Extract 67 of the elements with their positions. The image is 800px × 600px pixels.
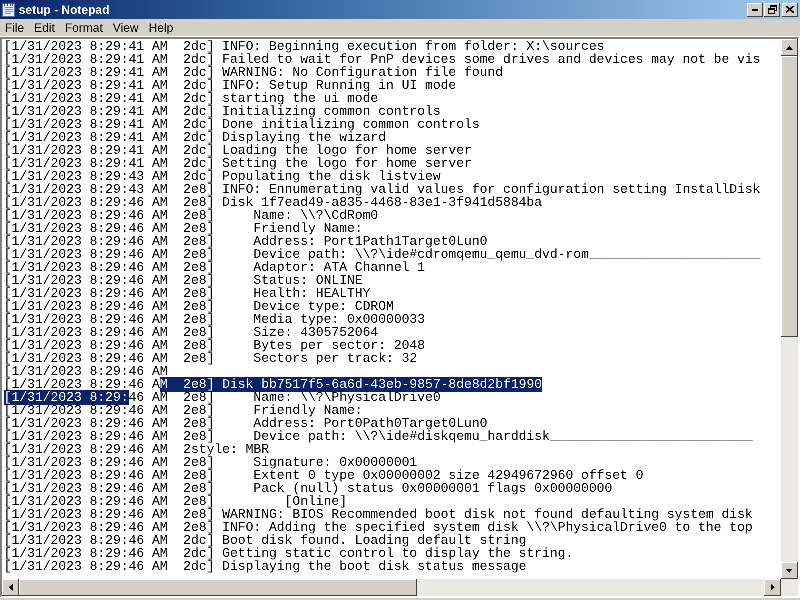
log-line: [1/31/2023 8:29:46 AM 2e8] Media type: 0x00000033 xyxy=(4,313,426,326)
vertical-scrollbar-thumb[interactable] xyxy=(781,56,798,337)
menu-item[interactable]: Help xyxy=(144,20,179,34)
log-line: [1/31/2023 8:29:41 AM 2dc] starting the ui mode xyxy=(4,92,379,105)
log-line: [1/31/2023 8:29:46 AM 2e8] Sectors per track: 32 xyxy=(4,352,418,365)
restore-button[interactable] xyxy=(764,2,780,16)
log-line: [1/31/2023 8:29:46 AM 2dc] Displaying the boot disk status message xyxy=(4,560,527,573)
notepad-icon xyxy=(2,2,16,18)
left-triangle-icon xyxy=(8,584,12,591)
menu-item[interactable]: Edit xyxy=(29,20,60,34)
log-line: [1/31/2023 8:29:46 AM 2e8] Name: \\?\CdRom0 xyxy=(4,209,380,222)
log-line: [1/31/2023 8:29:43 AM 2e8] INFO: Ennumerating valid values for configuration setting InstallDisk xyxy=(4,183,762,196)
log-line: [1/31/2023 8:29:41 AM 2dc] Loading the logo for home server xyxy=(4,144,474,157)
log-line: [1/31/2023 8:29:41 AM 2dc] Failed to wait for PnP devices some drives and devices may not be vis xyxy=(4,53,762,66)
log-line: [1/31/2023 8:29:46 AM 2e8] Status: ONLINE xyxy=(4,274,364,287)
selected-text: [1/31/2023 8:29: xyxy=(4,390,129,405)
restore-icon xyxy=(768,5,776,14)
log-line: [1/31/2023 8:29:46 AM 2e8] Friendly Name: xyxy=(4,404,363,417)
log-line: [1/31/2023 8:29:46 AM 2e8] Address: Port0Path0Target0Lun0 xyxy=(4,417,488,430)
menu-item[interactable]: File xyxy=(0,20,30,34)
log-line: [1/31/2023 8:29:46 AM xyxy=(4,365,169,378)
menu-item[interactable]: Format xyxy=(60,20,108,34)
log-line: [1/31/2023 8:29:41 AM 2dc] Initializing common controls xyxy=(4,105,441,118)
log-line: [1/31/2023 8:29:41 AM 2dc] Setting the logo for home server xyxy=(4,157,474,170)
log-text: 46 AM 2e8] Name: \\?\PhysicalDrive0 xyxy=(128,390,441,405)
log-line: [1/31/2023 8:29:46 AM 2e8] Disk 1f7ead49-a835-4468-83e1-3f941d5884ba xyxy=(4,196,542,209)
scroll-down-button[interactable] xyxy=(781,562,798,579)
scrollbar-corner xyxy=(781,579,798,596)
log-line: [1/31/2023 8:29:41 AM 2dc] WARNING: No Configuration file found xyxy=(4,66,504,79)
horizontal-scrollbar-thumb[interactable] xyxy=(19,579,417,596)
log-line: [1/31/2023 8:29:46 AM 2e8] Bytes per sector: 2048 xyxy=(4,339,426,352)
scroll-up-button[interactable] xyxy=(781,39,798,56)
log-line: [1/31/2023 8:29:46 AM 2e8] WARNING: BIOS Recommended boot disk not found defaulting system disk xyxy=(4,508,754,521)
log-line: [1/31/2023 8:29:41 AM 2dc] INFO: Beginning execution from folder: X:\sources xyxy=(4,40,605,53)
log-text: [1/31/2023 8:29:46 A xyxy=(4,377,160,392)
log-line: [1/31/2023 8:29:43 AM 2dc] Populating the disk listview xyxy=(4,170,441,183)
log-line: [1/31/2023 8:29:46 AM 2e8] Size: 4305752064 xyxy=(4,326,380,339)
log-line: [1/31/2023 8:29:41 AM 2dc] INFO: Setup Running in UI mode xyxy=(4,79,458,92)
down-triangle-icon xyxy=(786,568,793,572)
minimize-icon xyxy=(752,8,758,10)
log-line: [1/31/2023 8:29:46 AM 2dc] Boot disk found. Loading default string xyxy=(4,534,527,547)
log-line: [1/31/2023 8:29:46 AM 2e8] Pack (null) status 0x00000001 flags 0x00000000 xyxy=(4,482,614,495)
up-triangle-icon xyxy=(786,46,793,50)
log-line: [1/31/2023 8:29:46 AM 2e8] Friendly Name: xyxy=(4,222,363,235)
scroll-left-button[interactable] xyxy=(2,579,19,596)
log-line: [1/31/2023 8:29:46 AM 2e8] Device path: \\?\ide#diskqemu_harddisk__________________________ xyxy=(4,430,754,443)
selected-text: M 2e8] Disk bb7517f5-6a6d-43eb-9857-8de8d2bf1990 xyxy=(160,377,542,392)
log-line: [1/31/2023 8:29:46 AM 2e8] Health: HEALTHY xyxy=(4,287,372,300)
close-button[interactable] xyxy=(782,2,798,16)
window-title: setup - Notepad xyxy=(19,2,111,16)
menu-item[interactable]: View xyxy=(108,20,144,34)
log-line: [1/31/2023 8:29:46 AM 2e8] Address: Port1Path1Target0Lun0 xyxy=(4,235,488,248)
log-line: [1/31/2023 8:29:46 AM 2style: MBR xyxy=(4,443,270,456)
log-line: [1/31/2023 8:29:41 AM 2dc] Displaying the wizard xyxy=(4,131,387,144)
log-line: [1/31/2023 8:29:46 AM 2dc] Getting static control to display the string. xyxy=(4,547,574,560)
log-line: [1/31/2023 8:29:41 AM 2dc] Done initializing common controls xyxy=(4,118,481,131)
log-line: [1/31/2023 8:29:46 AM 2e8] INFO: Adding the specified system disk \\?\PhysicalDrive0 to the top xyxy=(4,521,754,534)
scroll-right-button[interactable] xyxy=(764,579,781,596)
log-line: [1/31/2023 8:29:46 AM 2e8] Signature: 0x00000001 xyxy=(4,456,418,469)
log-line: [1/31/2023 8:29:46 AM 2e8] Extent 0 type 0x00000002 size 42949672960 offset 0 xyxy=(4,469,645,482)
right-triangle-icon xyxy=(770,584,774,591)
log-line: [1/31/2023 8:29:46 AM 2e8] Device path: \\?\ide#cdromqemu_qemu_dvd-rom______________________ xyxy=(4,248,762,261)
log-line: [1/31/2023 8:29:46 AM 2e8] Adaptor: ATA Channel 1 xyxy=(4,261,426,274)
minimize-button[interactable] xyxy=(747,2,763,16)
log-line: [1/31/2023 8:29:46 AM 2e8] [Online] xyxy=(4,495,348,508)
close-icon xyxy=(786,6,794,13)
log-line: [1/31/2023 8:29:46 AM 2e8] Device type: CDROM xyxy=(4,300,396,313)
